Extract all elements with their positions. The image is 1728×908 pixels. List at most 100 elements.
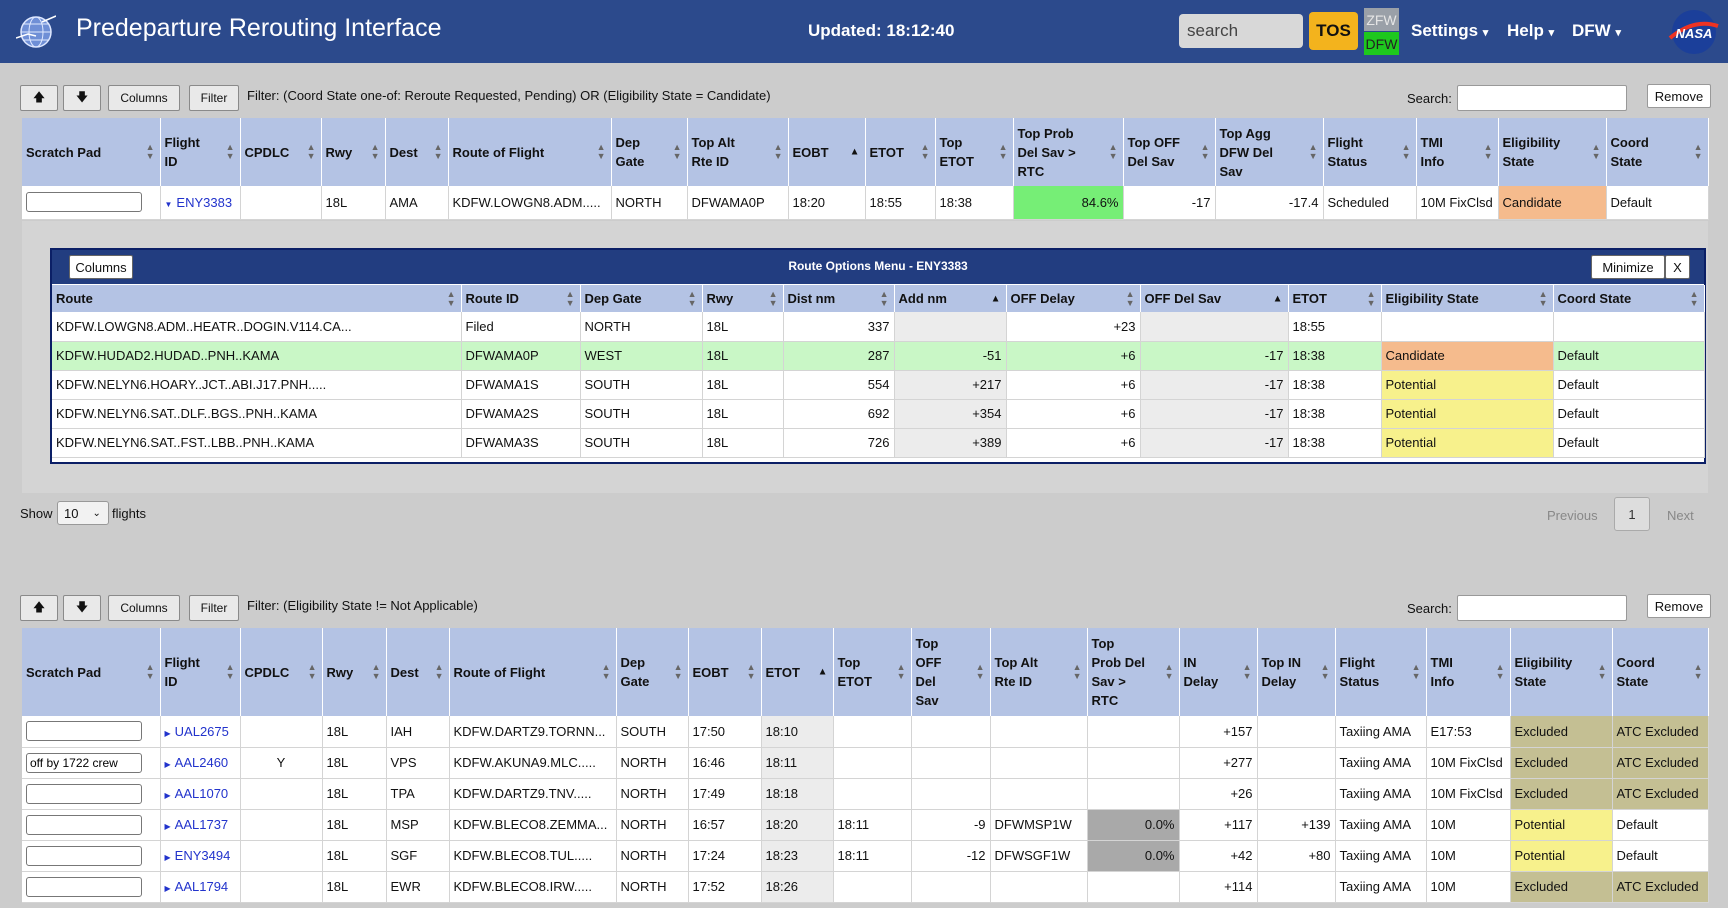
- column-header[interactable]: Flight Status ▲ ▼: [1323, 118, 1417, 186]
- column-header[interactable]: Top Agg DFW Del Sav ▲ ▼: [1215, 118, 1324, 186]
- route-option-row[interactable]: KDFW.NELYN6.SAT..DLF..BGS..PNH..KAMA DFWA…: [52, 399, 1705, 429]
- remove-table-button[interactable]: Remove: [1647, 594, 1711, 618]
- minimize-button[interactable]: Minimize: [1591, 255, 1665, 279]
- filter-button[interactable]: Filter: [189, 85, 239, 111]
- column-header[interactable]: Eligibility State ▲ ▼: [1381, 285, 1554, 312]
- flight-id-link[interactable]: ENY3494: [175, 848, 231, 863]
- column-header[interactable]: IN Delay ▲ ▼: [1179, 628, 1258, 716]
- next-page-link[interactable]: Next: [1667, 508, 1694, 523]
- move-down-button[interactable]: 🡇: [63, 595, 101, 621]
- column-header[interactable]: TMI Info ▲ ▼: [1426, 628, 1511, 716]
- sort-icon[interactable]: ▲ ▼: [226, 663, 235, 681]
- column-header[interactable]: Route ▲ ▼: [52, 285, 462, 312]
- sort-icon[interactable]: ▲ ▼: [371, 143, 380, 161]
- flight-id-link[interactable]: UAL2675: [175, 724, 229, 739]
- flight-id-cell[interactable]: ▶ AAL1070: [160, 778, 241, 810]
- flight-id-link[interactable]: AAL1794: [175, 879, 229, 894]
- column-header[interactable]: Dest ▲ ▼: [385, 118, 449, 186]
- route-columns-button[interactable]: Columns: [69, 255, 133, 279]
- scratch-pad-input[interactable]: [26, 814, 142, 835]
- move-up-button[interactable]: 🡅: [20, 85, 58, 111]
- sort-icon[interactable]: ▲ ▼: [1539, 289, 1548, 308]
- column-header[interactable]: Top Alt Rte ID ▲ ▼: [687, 118, 789, 186]
- caret-down-icon[interactable]: ▼: [165, 200, 173, 209]
- sort-ascending-icon[interactable]: ▲: [850, 147, 860, 157]
- sort-icon[interactable]: ▲ ▼: [774, 143, 783, 161]
- sort-icon[interactable]: ▲ ▼: [566, 289, 575, 308]
- column-header[interactable]: Scratch Pad ▲ ▼: [22, 628, 161, 716]
- column-header[interactable]: Route of Flight ▲ ▼: [448, 118, 612, 186]
- sort-icon[interactable]: ▲ ▼: [976, 663, 985, 681]
- sort-icon[interactable]: ▲ ▼: [1690, 289, 1699, 308]
- table-search-input[interactable]: [1457, 85, 1627, 111]
- column-header[interactable]: Flight ID ▲ ▼: [160, 118, 241, 186]
- column-header[interactable]: ETOT ▲ ▼: [1288, 285, 1382, 312]
- column-header[interactable]: Top IN Delay ▲ ▼: [1257, 628, 1336, 716]
- sort-icon[interactable]: ▲ ▼: [999, 143, 1008, 161]
- scratch-pad-input[interactable]: [26, 845, 142, 866]
- sort-icon[interactable]: ▲ ▼: [1592, 143, 1601, 161]
- zfw-toggle[interactable]: ZFW: [1364, 8, 1399, 31]
- sort-icon[interactable]: ▲ ▼: [1694, 663, 1703, 681]
- column-header[interactable]: TMI Info ▲ ▼: [1416, 118, 1499, 186]
- sort-icon[interactable]: ▲ ▼: [597, 143, 606, 161]
- column-header[interactable]: CPDLC ▲ ▼: [240, 628, 323, 716]
- column-header[interactable]: Top OFF Del Sav ▲ ▼: [911, 628, 991, 716]
- caret-right-icon[interactable]: ▶: [165, 853, 171, 862]
- sort-icon[interactable]: ▲ ▼: [1201, 143, 1210, 161]
- table-row[interactable]: ▶ AAL2460 Y18LVPSKDFW.AKUNA9.MLC.....NORTH…: [22, 747, 1709, 779]
- table-row[interactable]: ▶ ENY3494 18L SGF KDFW.BLECO8.TUL..... NORTH 1…: [22, 840, 1709, 872]
- close-route-options-button[interactable]: X: [1665, 255, 1690, 279]
- flight-id-link[interactable]: AAL1737: [175, 817, 229, 832]
- remove-table-button[interactable]: Remove: [1647, 84, 1711, 108]
- flight-id-cell[interactable]: ▶ AAL1737: [160, 809, 241, 841]
- sort-ascending-icon[interactable]: ▲: [818, 667, 828, 677]
- sort-icon[interactable]: ▲ ▼: [897, 663, 906, 681]
- table-row[interactable]: ▶ AAL1070 18L TPA KDFW.DARTZ9.TNV..... NORTH 1…: [22, 778, 1709, 810]
- table-row[interactable]: ▶ AAL1737 18L MSP KDFW.BLECO8.ZEMMA... NORTH 1…: [22, 809, 1709, 841]
- column-header[interactable]: Scratch Pad ▲ ▼: [22, 118, 161, 186]
- column-header[interactable]: Coord State ▲ ▼: [1606, 118, 1709, 186]
- flight-id-link[interactable]: AAL2460: [175, 755, 229, 770]
- sort-icon[interactable]: ▲ ▼: [146, 663, 155, 681]
- column-header[interactable]: Top ETOT ▲ ▼: [833, 628, 912, 716]
- scratch-pad-input[interactable]: [26, 783, 142, 804]
- column-header[interactable]: OFF Del Sav ▲: [1140, 285, 1289, 312]
- column-header[interactable]: Rwy ▲ ▼: [322, 628, 387, 716]
- column-header[interactable]: Route of Flight ▲ ▼: [449, 628, 617, 716]
- flight-id-link[interactable]: AAL1070: [175, 786, 229, 801]
- column-header[interactable]: Top Prob Del Sav > RTC ▲ ▼: [1013, 118, 1124, 186]
- sort-icon[interactable]: ▲ ▼: [1126, 289, 1135, 308]
- dfw-toggle[interactable]: DFW: [1364, 32, 1399, 55]
- sort-icon[interactable]: ▲ ▼: [307, 143, 316, 161]
- sort-icon[interactable]: ▲ ▼: [226, 143, 235, 161]
- sort-icon[interactable]: ▲ ▼: [602, 663, 611, 681]
- sort-icon[interactable]: ▲ ▼: [674, 663, 683, 681]
- route-option-row[interactable]: KDFW.NELYN6.HOARY..JCT..ABI.J17.PNH.....…: [52, 370, 1705, 400]
- column-header[interactable]: EOBT ▲ ▼: [688, 628, 762, 716]
- sort-icon[interactable]: ▲ ▼: [1412, 663, 1421, 681]
- caret-right-icon[interactable]: ▶: [165, 760, 171, 769]
- sort-icon[interactable]: ▲ ▼: [1243, 663, 1252, 681]
- scratch-pad-input[interactable]: [26, 721, 142, 742]
- sort-icon[interactable]: ▲ ▼: [769, 289, 778, 308]
- route-option-row[interactable]: KDFW.HUDAD2.HUDAD..PNH..KAMA DFWAMA0P WEST…: [52, 341, 1705, 371]
- flight-id-cell[interactable]: ▼ ENY3383: [160, 186, 241, 220]
- flight-id-cell[interactable]: ▶ UAL2675: [160, 716, 241, 748]
- sort-icon[interactable]: ▲ ▼: [1309, 143, 1318, 161]
- column-header[interactable]: Dist nm ▲ ▼: [783, 285, 895, 312]
- flight-id-cell[interactable]: ▶ ENY3494: [160, 840, 241, 872]
- table-row[interactable]: ▶ AAL1794 18L EWR KDFW.BLECO8.IRW..... NORTH 1…: [22, 871, 1709, 903]
- sort-icon[interactable]: ▲ ▼: [308, 663, 317, 681]
- scratch-pad-input[interactable]: [26, 752, 142, 773]
- filter-button[interactable]: Filter: [189, 595, 239, 621]
- column-header[interactable]: CPDLC ▲ ▼: [240, 118, 322, 186]
- route-option-row[interactable]: KDFW.NELYN6.SAT..FST..LBB..PNH..KAMA DFWA…: [52, 428, 1705, 458]
- column-header[interactable]: Eligibility State ▲ ▼: [1510, 628, 1613, 716]
- flight-id-cell[interactable]: ▶ AAL2460: [160, 747, 241, 779]
- sort-ascending-icon[interactable]: ▲: [991, 294, 1001, 304]
- move-up-button[interactable]: 🡅: [20, 595, 58, 621]
- sort-icon[interactable]: ▲ ▼: [1402, 143, 1411, 161]
- column-header[interactable]: Rwy ▲ ▼: [702, 285, 784, 312]
- sort-icon[interactable]: ▲ ▼: [1073, 663, 1082, 681]
